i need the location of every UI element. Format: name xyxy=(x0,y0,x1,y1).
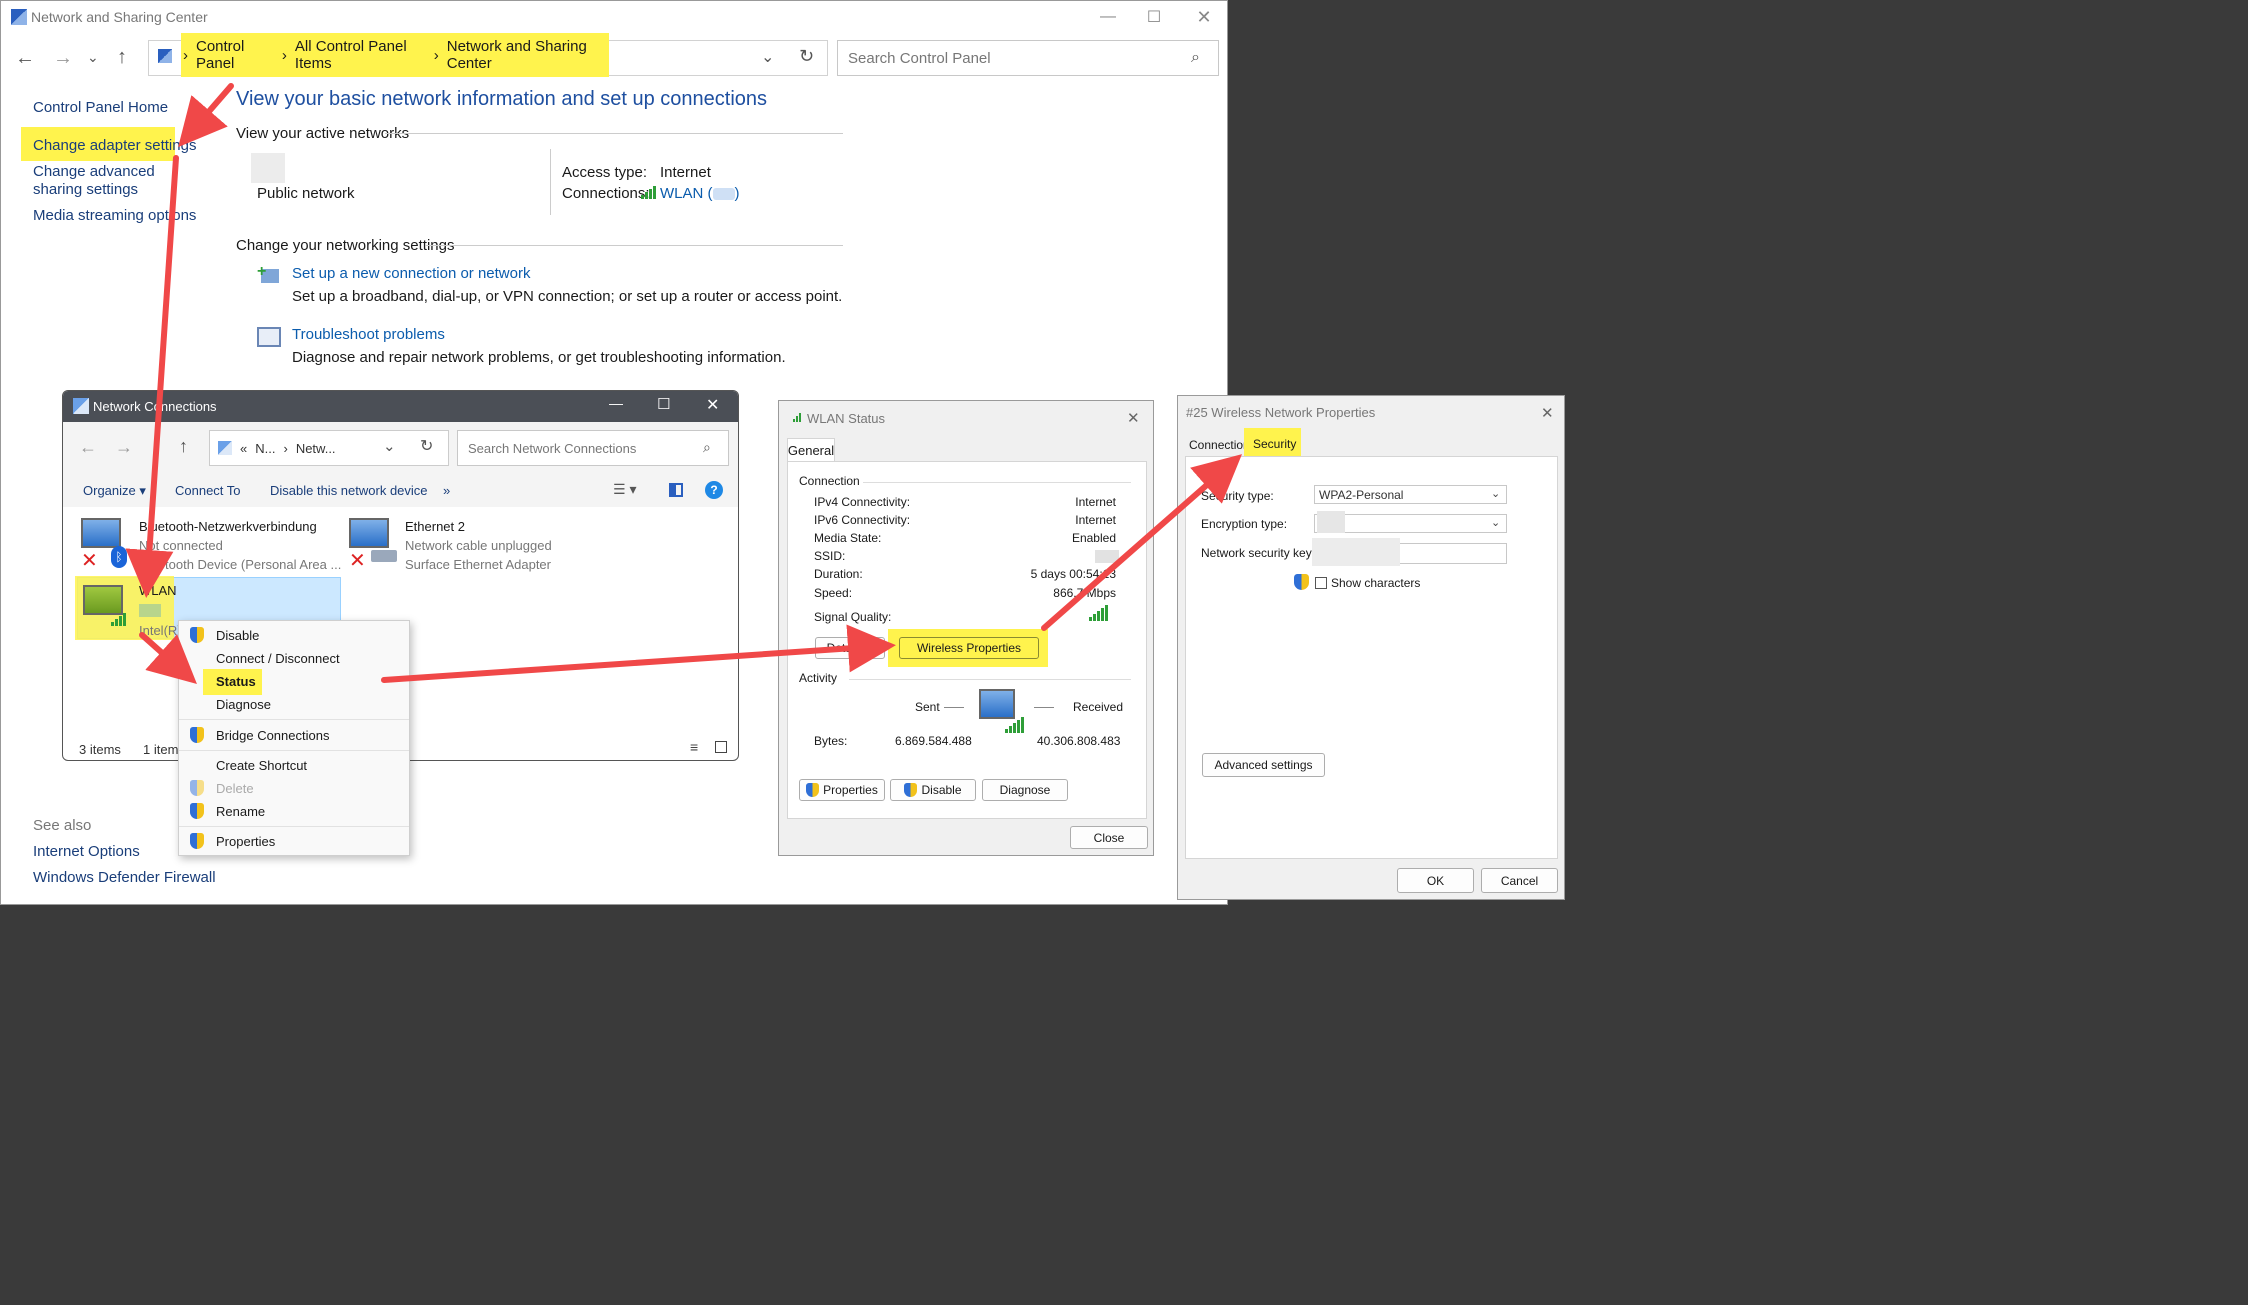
arrow-adapter-to-wlan xyxy=(125,155,179,598)
annotation-arrows xyxy=(125,83,1243,684)
arrow-status-to-wlan-status xyxy=(381,624,896,683)
arrow-breadcrumb-to-adapter xyxy=(178,83,234,148)
arrow-wlan-to-status xyxy=(139,632,197,684)
arrow-wireless-to-security xyxy=(1041,454,1243,631)
